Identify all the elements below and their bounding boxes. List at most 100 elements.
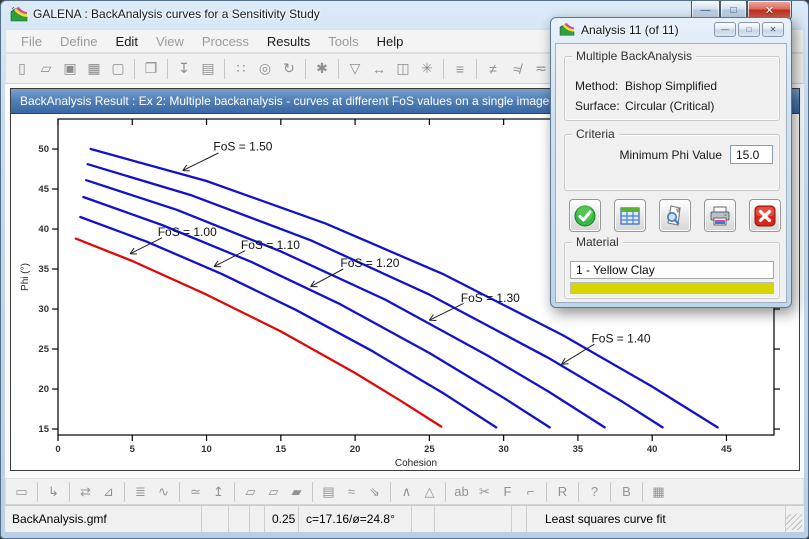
clip-region-icon[interactable]: ⌐	[519, 481, 542, 502]
red-cross-icon	[754, 205, 776, 226]
slope-tool-icon[interactable]: ⊿	[97, 481, 120, 502]
toolbar-separator	[69, 481, 70, 502]
open-file-icon[interactable]: ▱	[34, 57, 58, 80]
svg-text:FoS = 1.30: FoS = 1.30	[461, 291, 520, 305]
svg-text:15: 15	[276, 444, 287, 455]
swap-axes-icon[interactable]: ⇄	[74, 481, 97, 502]
svg-text:FoS = 1.50: FoS = 1.50	[213, 140, 272, 154]
dialog-close-button[interactable]: ✕	[762, 22, 784, 37]
menu-define[interactable]: Define	[51, 32, 107, 51]
polygon-lock-icon[interactable]: ▰	[285, 481, 308, 502]
axes-setup-icon[interactable]: ↳	[42, 481, 65, 502]
wave-icon[interactable]: ≈	[340, 481, 363, 502]
close-icon: ✕	[764, 4, 775, 17]
page-layout-icon[interactable]: ▭	[10, 481, 33, 502]
resize-grip[interactable]	[786, 514, 802, 530]
material-color-swatch	[570, 282, 774, 294]
minimize-icon: —	[700, 4, 711, 16]
menu-help[interactable]: Help	[368, 32, 413, 51]
svg-text:30: 30	[38, 304, 49, 315]
analysis-catalog-icon[interactable]: ab	[450, 481, 473, 502]
profile-lines-icon[interactable]: ≣	[129, 481, 152, 502]
edit-phi-icon[interactable]: ≉	[505, 57, 529, 80]
smooth-curve-icon[interactable]: ∿	[152, 481, 175, 502]
toolbar-separator	[476, 58, 477, 79]
toolbar-separator	[37, 481, 38, 502]
svg-text:40: 40	[647, 444, 658, 455]
status-bar: BackAnalysis.gmf 0.25 c=17.16/ø=24.8° Least…	[5, 505, 804, 532]
menu-edit[interactable]: Edit	[107, 32, 147, 51]
status-cell-7	[435, 506, 512, 532]
refresh-icon[interactable]: ↻	[277, 57, 301, 80]
pixel-grid-icon[interactable]: ∷	[229, 57, 253, 80]
toolbar-separator	[610, 481, 611, 502]
new-file-icon[interactable]: ▯	[10, 57, 34, 80]
settings-gear-icon[interactable]: ✱	[310, 57, 334, 80]
dialog-maximize-icon: □	[746, 25, 752, 34]
toolbar-separator	[224, 58, 225, 79]
polygon-a-icon[interactable]: ▱	[239, 481, 262, 502]
arrows-down-icon[interactable]: ⇘	[363, 481, 386, 502]
section-raise-icon[interactable]: ↥	[207, 481, 230, 502]
method-value: Bishop Simplified	[625, 79, 718, 93]
table-icon	[620, 206, 640, 225]
svg-text:20: 20	[350, 444, 361, 455]
dialog-maximize-button[interactable]: □	[738, 22, 760, 37]
edit-fos-icon[interactable]: ≠	[481, 57, 505, 80]
hatch-icon[interactable]: ▤	[317, 481, 340, 502]
section-fit-icon[interactable]: ≃	[184, 481, 207, 502]
export-icon[interactable]: ↧	[172, 57, 196, 80]
tree-view-icon[interactable]: ≡	[448, 57, 472, 80]
query-slope-icon[interactable]: ?	[583, 481, 606, 502]
zoom-icon[interactable]: ◎	[253, 57, 277, 80]
minimum-phi-label: Minimum Phi Value	[619, 148, 722, 162]
material-select[interactable]: 1 - Yellow Clay	[570, 261, 774, 279]
svg-text:25: 25	[38, 344, 49, 355]
app-icon	[10, 7, 28, 22]
dialog-minimize-button[interactable]: —	[714, 22, 736, 37]
svg-text:FoS = 1.00: FoS = 1.00	[158, 225, 217, 239]
status-text-9: Least squares curve fit	[545, 512, 666, 526]
fit-width-icon[interactable]: ↔	[367, 57, 391, 80]
minimum-phi-input[interactable]	[730, 145, 773, 164]
cancel-button[interactable]	[749, 199, 781, 232]
copy-icon[interactable]: ❐	[139, 57, 163, 80]
filter-icon[interactable]: ▽	[343, 57, 367, 80]
restraints-icon[interactable]: R	[551, 481, 574, 502]
menu-process[interactable]: Process	[193, 32, 258, 51]
svg-text:40: 40	[38, 224, 49, 235]
menu-results[interactable]: Results	[258, 32, 319, 51]
table-button[interactable]	[614, 199, 646, 232]
preview-button[interactable]	[659, 199, 691, 232]
svg-text:FoS = 1.10: FoS = 1.10	[241, 238, 300, 252]
polygon-b-icon[interactable]: ▱	[262, 481, 285, 502]
svg-text:45: 45	[38, 184, 49, 195]
highlight-icon[interactable]: ✳	[415, 57, 439, 80]
f-value-icon[interactable]: F	[496, 481, 519, 502]
triangle-section-icon[interactable]: △	[418, 481, 441, 502]
chart-window-icon[interactable]: ◫	[391, 57, 415, 80]
menu-tools[interactable]: Tools	[319, 32, 367, 51]
svg-text:15: 15	[38, 424, 49, 435]
close-file-icon[interactable]: ▢	[106, 57, 130, 80]
grid-help-icon[interactable]: ▦	[647, 481, 670, 502]
menu-view[interactable]: View	[147, 32, 193, 51]
print-button[interactable]	[704, 199, 736, 232]
analysis-dialog: Analysis 11 (of 11) — □ ✕ Multiple BackA…	[550, 17, 792, 308]
menu-file[interactable]: File	[12, 32, 51, 51]
accept-button[interactable]	[569, 199, 601, 232]
back-reference-icon[interactable]: B	[615, 481, 638, 502]
status-cell-9: Least squares curve fit	[527, 506, 786, 532]
toolbar-separator	[390, 481, 391, 502]
dialog-titlebar: Analysis 11 (of 11) — □ ✕	[551, 18, 791, 43]
status-cell-5: c=17.16/ø=24.8°	[299, 506, 412, 532]
print-icon[interactable]: ▤	[196, 57, 220, 80]
maximize-icon: □	[730, 4, 737, 16]
toolbar-separator	[642, 481, 643, 502]
normal-line-icon[interactable]: ∧	[395, 481, 418, 502]
svg-text:10: 10	[201, 444, 212, 455]
svg-text:Cohesion: Cohesion	[395, 458, 437, 469]
save-as-icon[interactable]: ▦	[82, 57, 106, 80]
save-file-icon[interactable]: ▣	[58, 57, 82, 80]
cut-line-icon[interactable]: ✂	[473, 481, 496, 502]
